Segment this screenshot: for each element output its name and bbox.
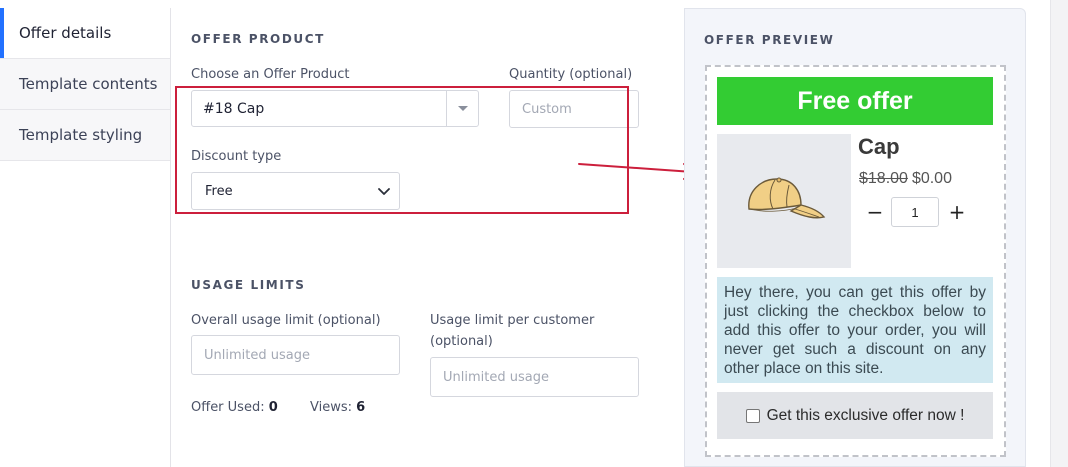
quantity-stepper: − 1 + <box>864 197 968 227</box>
offer-preview-panel: OFFER PREVIEW Free offer Cap $18.00 $0.00… <box>684 8 1026 467</box>
choose-product-label: Choose an Offer Product <box>191 67 350 82</box>
increment-button[interactable]: + <box>946 200 968 224</box>
free-offer-banner: Free offer <box>717 77 993 125</box>
product-name: Cap <box>858 134 900 159</box>
offer-preview-title: OFFER PREVIEW <box>704 33 835 47</box>
views-value: 6 <box>356 400 366 415</box>
per-customer-label-line1: Usage limit per customer <box>430 313 595 328</box>
usage-limits-title: USAGE LIMITS <box>191 278 306 292</box>
views-stat: Views: 6 <box>310 400 365 415</box>
offer-description: Hey there, you can get this offer by jus… <box>717 277 993 383</box>
decrement-button[interactable]: − <box>864 200 886 224</box>
per-customer-usage-input[interactable] <box>430 357 639 397</box>
accept-offer-checkbox[interactable] <box>745 408 760 423</box>
page-gutter <box>1050 0 1068 467</box>
offer-used-value: 0 <box>268 400 278 415</box>
offer-used-stat: Offer Used: 0 <box>191 400 278 415</box>
accept-offer-label[interactable]: Get this exclusive offer now ! <box>767 407 965 425</box>
views-label: Views: <box>310 400 353 415</box>
overall-usage-input[interactable] <box>191 335 400 375</box>
quantity-value[interactable]: 1 <box>891 197 939 227</box>
tab-offer-details[interactable]: Offer details <box>0 8 171 59</box>
tab-label: Template styling <box>19 126 143 144</box>
new-price: $0.00 <box>911 170 952 187</box>
annotation-highlight-box <box>175 86 629 214</box>
tab-label: Template contents <box>19 75 158 93</box>
offer-product-title: OFFER PRODUCT <box>191 32 325 46</box>
per-customer-label: Usage limit per customer (optional) <box>430 310 594 352</box>
offer-form-panel: OFFER PRODUCT Choose an Offer Product #1… <box>171 8 684 467</box>
old-price: $18.00 <box>859 170 908 187</box>
tab-template-styling[interactable]: Template styling <box>0 110 171 161</box>
tab-label: Offer details <box>19 24 112 42</box>
annotation-arrow-icon <box>578 163 696 180</box>
settings-tabs: Offer details Template contents Template… <box>0 8 171 161</box>
cap-image <box>748 177 826 219</box>
product-image <box>717 134 851 268</box>
tab-template-contents[interactable]: Template contents <box>0 59 171 110</box>
product-prices: $18.00 $0.00 <box>859 170 952 188</box>
accept-offer-row[interactable]: Get this exclusive offer now ! <box>717 392 993 439</box>
overall-usage-label: Overall usage limit (optional) <box>191 313 381 328</box>
per-customer-label-line2: (optional) <box>430 334 493 349</box>
offer-used-label: Offer Used: <box>191 400 265 415</box>
offer-preview-frame: Free offer Cap $18.00 $0.00 − 1 + Hey the… <box>705 65 1006 457</box>
quantity-label: Quantity (optional) <box>509 67 633 82</box>
